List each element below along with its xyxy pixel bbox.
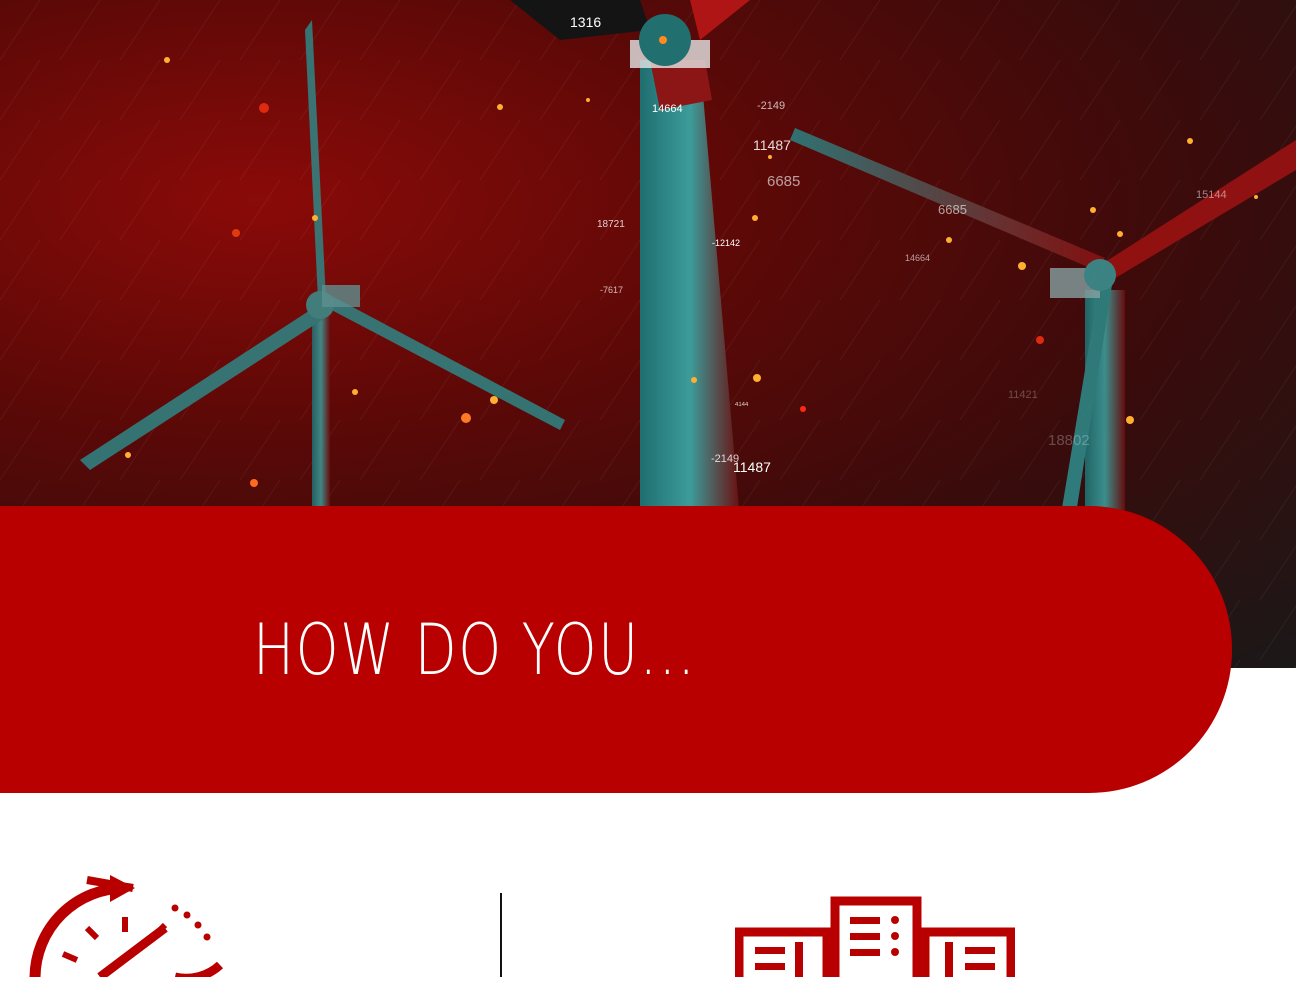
overlay-number: 11487 — [733, 459, 771, 475]
column-divider — [500, 893, 502, 977]
stopwatch-arrow-icon — [25, 870, 225, 982]
overlay-number: 11487 — [753, 137, 791, 153]
overlay-number: 14664 — [652, 103, 683, 115]
overlay-number: 6685 — [938, 202, 967, 217]
overlay-number: 14664 — [905, 253, 930, 263]
overlay-number: 18802 — [1048, 432, 1090, 449]
overlay-number: 18721 — [597, 219, 625, 230]
overlay-number: 4144 — [735, 402, 749, 408]
overlay-number: -2149 — [757, 100, 785, 112]
overlay-number: 11421 — [1008, 389, 1038, 401]
overlay-number: 15144 — [1196, 189, 1227, 201]
banner-title: HOW DO YOU... — [253, 609, 697, 691]
overlay-number: -12142 — [712, 238, 740, 248]
overlay-number: -7617 — [600, 285, 623, 295]
buildings-icon — [734, 895, 1016, 982]
overlay-number: 6685 — [767, 173, 800, 190]
overlay-number: 1316 — [570, 14, 601, 30]
